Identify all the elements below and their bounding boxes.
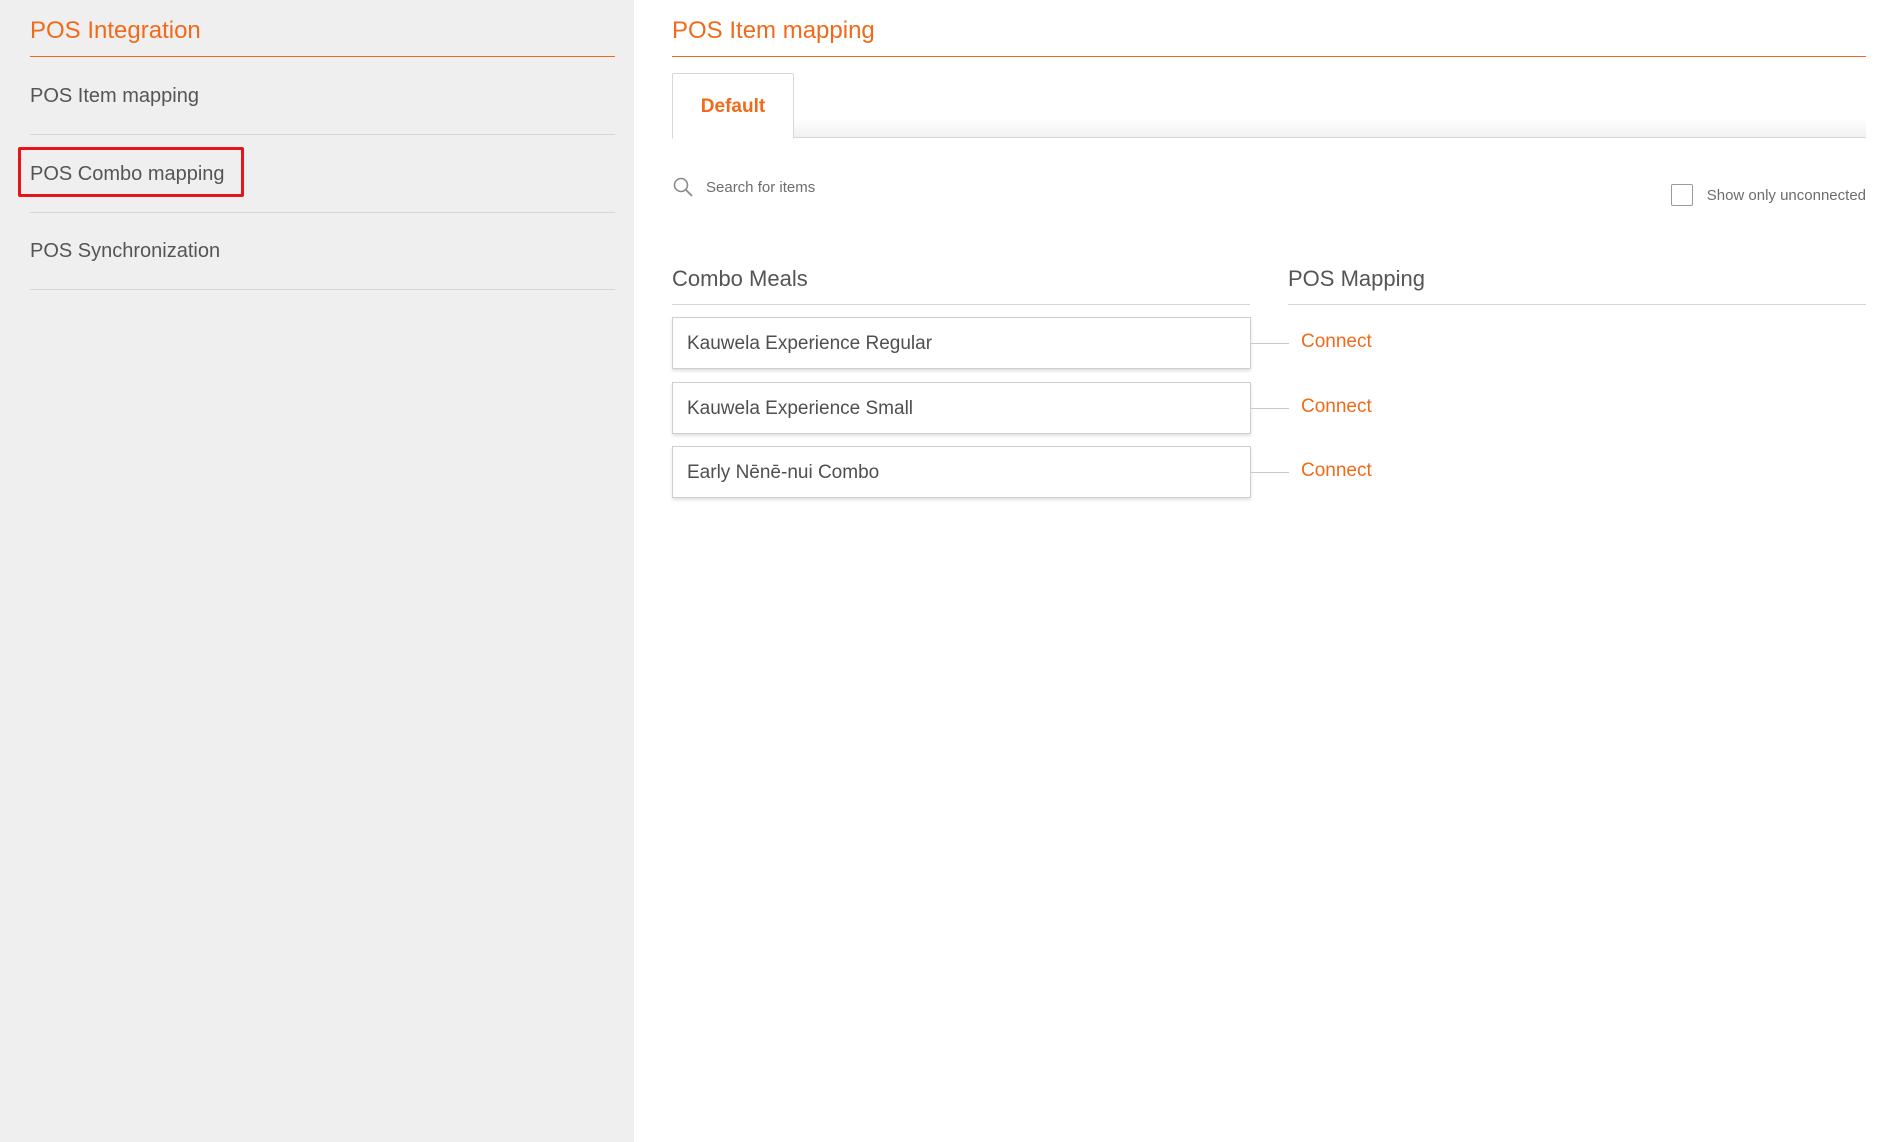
- connector-line: [1251, 408, 1289, 409]
- connector-line: [1251, 472, 1289, 473]
- search-bar: [672, 172, 1172, 202]
- column-header-pos-mapping: POS Mapping: [1288, 262, 1866, 305]
- combo-row: Early Nēnē-nui Combo Connect: [672, 446, 1372, 498]
- tab-default[interactable]: Default: [672, 73, 794, 139]
- combo-item-name: Early Nēnē-nui Combo: [672, 446, 1251, 498]
- show-unconnected-label: Show only unconnected: [1706, 186, 1866, 204]
- sidebar-item-pos-combo-mapping[interactable]: POS Combo mapping: [30, 135, 615, 213]
- connect-button[interactable]: Connect: [1301, 317, 1372, 369]
- sidebar-item-label: POS Item mapping: [30, 85, 199, 107]
- combo-row: Kauwela Experience Small Connect: [672, 382, 1372, 434]
- search-icon: [673, 177, 693, 197]
- app-root: POS Integration POS Item mapping POS Com…: [0, 0, 1904, 1142]
- search-input[interactable]: [706, 172, 1146, 202]
- page-title: POS Item mapping: [672, 14, 1866, 57]
- sidebar-item-pos-synchronization[interactable]: POS Synchronization: [30, 212, 615, 290]
- sidebar-item-label: POS Synchronization: [30, 240, 221, 262]
- combo-item-name: Kauwela Experience Regular: [672, 317, 1251, 369]
- connector-line: [1251, 343, 1289, 344]
- column-header-combo-meals: Combo Meals: [672, 262, 1250, 305]
- connect-button[interactable]: Connect: [1301, 446, 1372, 498]
- connect-button[interactable]: Connect: [1301, 382, 1372, 434]
- combo-row: Kauwela Experience Regular Connect: [672, 317, 1372, 369]
- sidebar-item-label: POS Combo mapping: [30, 163, 225, 185]
- sidebar-title: POS Integration: [30, 14, 615, 57]
- tab-bar: Default: [672, 73, 1866, 139]
- show-unconnected-checkbox[interactable]: [1670, 184, 1693, 206]
- combo-item-name: Kauwela Experience Small: [672, 382, 1251, 434]
- main-panel: POS Item mapping Default Show only uncon…: [634, 0, 1904, 1142]
- sidebar: POS Integration POS Item mapping POS Com…: [0, 0, 634, 1142]
- show-unconnected-filter: Show only unconnected: [1670, 183, 1866, 207]
- sidebar-item-pos-item-mapping[interactable]: POS Item mapping: [30, 57, 615, 135]
